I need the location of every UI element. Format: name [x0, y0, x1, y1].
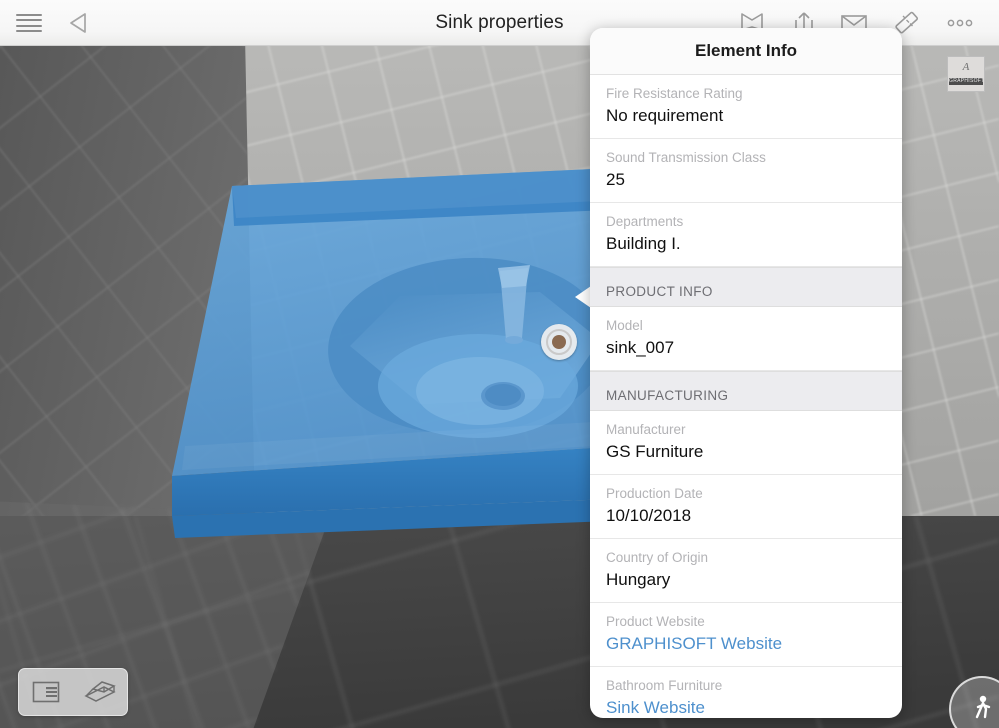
property-row: Manufacturer GS Furniture	[590, 411, 902, 475]
property-label: Model	[606, 318, 643, 333]
property-value: sink_007	[606, 338, 675, 357]
property-row: Departments Building I.	[590, 203, 902, 267]
panel-header: Element Info	[590, 28, 902, 75]
walk-person-icon	[975, 695, 991, 719]
property-label: Product Website	[606, 614, 705, 629]
section-header: PRODUCT INFO	[590, 267, 902, 307]
project-thumbnail[interactable]: A GRAPHISOFT	[947, 56, 985, 92]
hotspot-core	[552, 335, 566, 349]
section-header-label: MANUFACTURING	[606, 388, 729, 403]
thumbnail-caption: GRAPHISOFT	[949, 78, 983, 85]
layout-view-icon[interactable]	[27, 677, 65, 707]
property-label: Manufacturer	[606, 422, 686, 437]
thumbnail-logo: A	[962, 61, 970, 73]
view-mode-widget[interactable]	[18, 668, 128, 716]
property-row: Fire Resistance Rating No requirement	[590, 75, 902, 139]
property-label: Fire Resistance Rating	[606, 86, 743, 101]
property-label: Departments	[606, 214, 684, 229]
app-root: A GRAPHISOFT Sink properties Element Inf…	[0, 0, 999, 728]
property-link[interactable]: Sink Website	[606, 696, 886, 718]
property-row[interactable]: Product Website GRAPHISOFT Website	[590, 603, 902, 667]
property-value: GS Furniture	[606, 442, 704, 461]
property-row[interactable]: Bathroom Furniture Sink Website	[590, 667, 902, 718]
property-value: 25	[606, 170, 625, 189]
menu-button[interactable]	[12, 7, 46, 39]
property-row: Production Date 10/10/2018	[590, 475, 902, 539]
panel-body[interactable]: Fire Resistance Rating No requirement Soun…	[590, 75, 902, 718]
property-label: Country of Origin	[606, 550, 709, 565]
property-value: 10/10/2018	[606, 506, 692, 525]
section-header: MANUFACTURING	[590, 371, 902, 411]
property-value: Hungary	[606, 570, 671, 589]
more-button[interactable]	[943, 7, 977, 39]
property-label: Bathroom Furniture	[606, 678, 723, 693]
property-label: Sound Transmission Class	[606, 150, 766, 165]
3d-perspective-icon[interactable]	[81, 677, 119, 707]
section-header-label: PRODUCT INFO	[606, 284, 713, 299]
property-row: Sound Transmission Class 25	[590, 139, 902, 203]
property-label: Production Date	[606, 486, 703, 501]
back-icon	[70, 13, 86, 33]
panel-pointer	[575, 286, 591, 308]
menu-icon	[16, 14, 42, 32]
element-info-panel: Element Info Fire Resistance Rating No re…	[590, 28, 902, 718]
property-row: Country of Origin Hungary	[590, 539, 902, 603]
selection-hotspot[interactable]	[541, 324, 577, 360]
property-value: Building I.	[606, 234, 681, 253]
more-icon	[947, 19, 973, 27]
panel-title: Element Info	[694, 41, 797, 60]
property-row: Model sink_007	[590, 307, 902, 371]
property-value: No requirement	[606, 106, 724, 125]
back-button[interactable]	[62, 7, 96, 39]
property-link[interactable]: GRAPHISOFT Website	[606, 632, 886, 655]
